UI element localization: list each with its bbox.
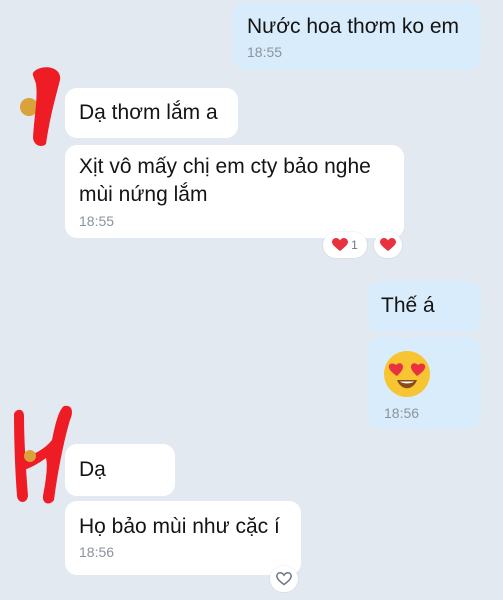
message-time: 18:56: [384, 405, 420, 421]
chat-view: Nước hoa thơm ko em 18:55 Dạ thơm lắm a …: [0, 0, 503, 600]
message-text: Nước hoa thơm ko em: [247, 15, 459, 38]
reaction-count: 1: [351, 238, 358, 252]
redacted-avatar: [20, 67, 61, 146]
redaction-scribble: [32, 67, 61, 146]
heart-outline-icon: [276, 572, 292, 586]
message-bubble-incoming[interactable]: Dạ: [65, 444, 175, 496]
message-text: Thế á: [381, 294, 435, 317]
message-bubble-outgoing[interactable]: Nước hoa thơm ko em 18:55: [233, 2, 481, 70]
heart-icon: [380, 238, 396, 251]
react-heart-button[interactable]: [270, 566, 298, 592]
message-bubble-outgoing[interactable]: Thế á: [367, 281, 481, 332]
message-bubble-incoming[interactable]: Dạ thơm lắm a: [65, 88, 238, 138]
message-bubble-outgoing[interactable]: 18:56: [367, 337, 481, 429]
message-time: 18:56: [79, 544, 115, 560]
heart-eyes-emoji: [384, 351, 430, 397]
message-text: Dạ: [79, 458, 106, 481]
message-bubble-incoming[interactable]: Họ bảo mùi như cặc í 18:56: [65, 501, 301, 575]
message-text: Xịt vô mấy chị em cty bảo nghe mùi nứng …: [79, 155, 371, 206]
heart-icon: [332, 238, 349, 251]
react-heart-button[interactable]: [374, 232, 402, 258]
message-bubble-incoming[interactable]: Xịt vô mấy chị em cty bảo nghe mùi nứng …: [65, 145, 404, 238]
reaction-count-badge[interactable]: 1: [323, 232, 367, 258]
message-time: 18:55: [79, 213, 115, 229]
message-text: Họ bảo mùi như cặc í: [79, 515, 280, 538]
message-time: 18:55: [247, 44, 283, 60]
message-text: Dạ thơm lắm a: [79, 101, 218, 124]
